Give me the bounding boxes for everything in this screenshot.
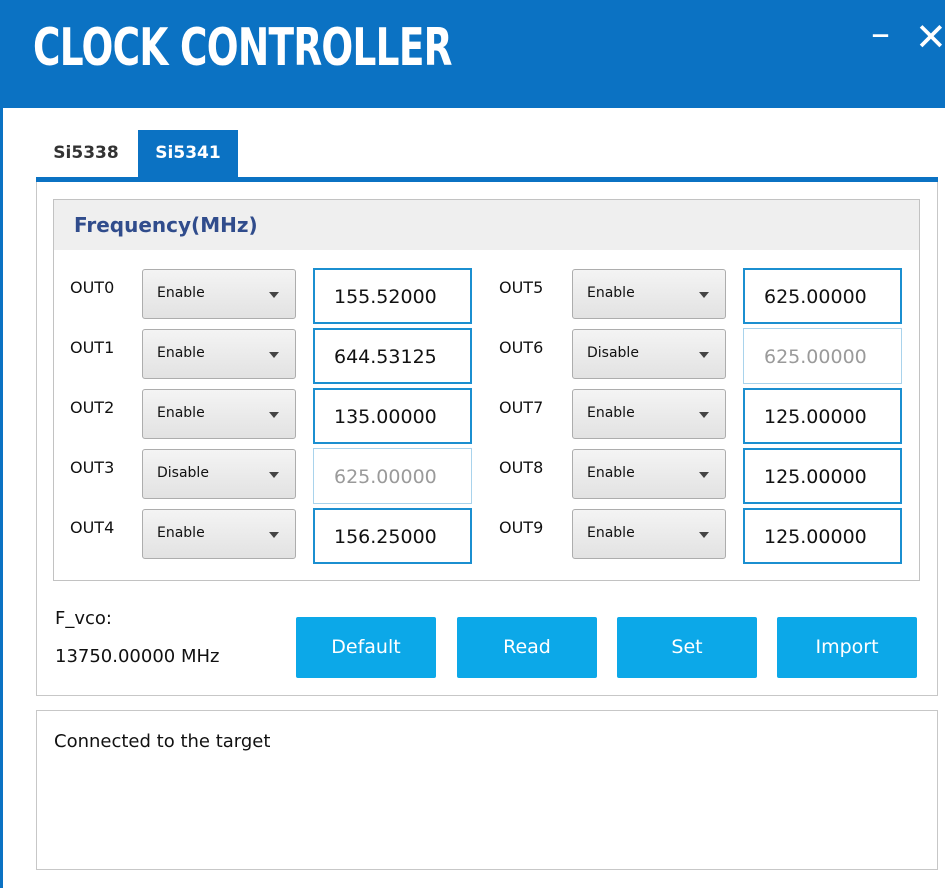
chevron-down-icon	[269, 472, 279, 478]
out6-frequency-input: 625.00000	[743, 328, 902, 384]
chevron-down-icon	[269, 412, 279, 418]
out8-state-select[interactable]: Enable	[572, 449, 726, 499]
out9-label: OUT9	[499, 518, 544, 537]
chevron-down-icon	[699, 412, 709, 418]
out6-state-value: Disable	[587, 345, 639, 361]
out1-state-value: Enable	[157, 345, 205, 361]
chevron-down-icon	[699, 472, 709, 478]
out0-label: OUT0	[70, 278, 115, 297]
out4-label: OUT4	[70, 518, 115, 537]
out2-label: OUT2	[70, 398, 115, 417]
fvco-label: F_vco:	[55, 608, 112, 629]
out2-frequency-input[interactable]: 135.00000	[313, 388, 472, 444]
import-button[interactable]: Import	[777, 617, 917, 678]
out1-state-select[interactable]: Enable	[142, 329, 296, 379]
set-button[interactable]: Set	[617, 617, 757, 678]
chevron-down-icon	[269, 352, 279, 358]
out3-frequency-input: 625.00000	[313, 448, 472, 504]
out5-state-value: Enable	[587, 285, 635, 301]
out4-state-select[interactable]: Enable	[142, 509, 296, 559]
out3-state-select[interactable]: Disable	[142, 449, 296, 499]
chevron-down-icon	[699, 532, 709, 538]
tab-si5338[interactable]: Si5338	[36, 130, 136, 177]
out5-label: OUT5	[499, 278, 544, 297]
out7-label: OUT7	[499, 398, 544, 417]
out3-state-value: Disable	[157, 465, 209, 481]
out4-state-value: Enable	[157, 525, 205, 541]
out7-frequency-input[interactable]: 125.00000	[743, 388, 902, 444]
out4-frequency-input[interactable]: 156.25000	[313, 508, 472, 564]
out1-frequency-input[interactable]: 644.53125	[313, 328, 472, 384]
out5-state-select[interactable]: Enable	[572, 269, 726, 319]
minimize-button[interactable]: –	[871, 14, 890, 52]
tab-si5341[interactable]: Si5341	[138, 130, 238, 177]
chevron-down-icon	[699, 292, 709, 298]
out8-state-value: Enable	[587, 465, 635, 481]
frequency-title: Frequency(MHz)	[74, 213, 258, 237]
out6-label: OUT6	[499, 338, 544, 357]
default-button[interactable]: Default	[296, 617, 436, 678]
out9-state-value: Enable	[587, 525, 635, 541]
out2-state-value: Enable	[157, 405, 205, 421]
read-button[interactable]: Read	[457, 617, 597, 678]
log-message: Connected to the target	[54, 731, 271, 752]
out0-state-select[interactable]: Enable	[142, 269, 296, 319]
frequency-header: Frequency(MHz)	[54, 200, 919, 250]
title-bar: CLOCK CONTROLLER – ✕	[3, 0, 945, 108]
out9-frequency-input[interactable]: 125.00000	[743, 508, 902, 564]
out8-frequency-input[interactable]: 125.00000	[743, 448, 902, 504]
fvco-value: 13750.00000 MHz	[55, 646, 220, 667]
chevron-down-icon	[269, 292, 279, 298]
close-button[interactable]: ✕	[915, 18, 945, 56]
clock-controller-window: CLOCK CONTROLLER – ✕ Si5338 Si5341 Frequ…	[0, 0, 945, 888]
out2-state-select[interactable]: Enable	[142, 389, 296, 439]
out6-state-select[interactable]: Disable	[572, 329, 726, 379]
out7-state-value: Enable	[587, 405, 635, 421]
chevron-down-icon	[269, 532, 279, 538]
out8-label: OUT8	[499, 458, 544, 477]
out5-frequency-input[interactable]: 625.00000	[743, 268, 902, 324]
out1-label: OUT1	[70, 338, 115, 357]
out3-label: OUT3	[70, 458, 115, 477]
out0-frequency-input[interactable]: 155.52000	[313, 268, 472, 324]
out0-state-value: Enable	[157, 285, 205, 301]
out9-state-select[interactable]: Enable	[572, 509, 726, 559]
app-title: CLOCK CONTROLLER	[33, 18, 453, 78]
log-panel[interactable]: Connected to the target	[36, 710, 938, 870]
chevron-down-icon	[699, 352, 709, 358]
out7-state-select[interactable]: Enable	[572, 389, 726, 439]
